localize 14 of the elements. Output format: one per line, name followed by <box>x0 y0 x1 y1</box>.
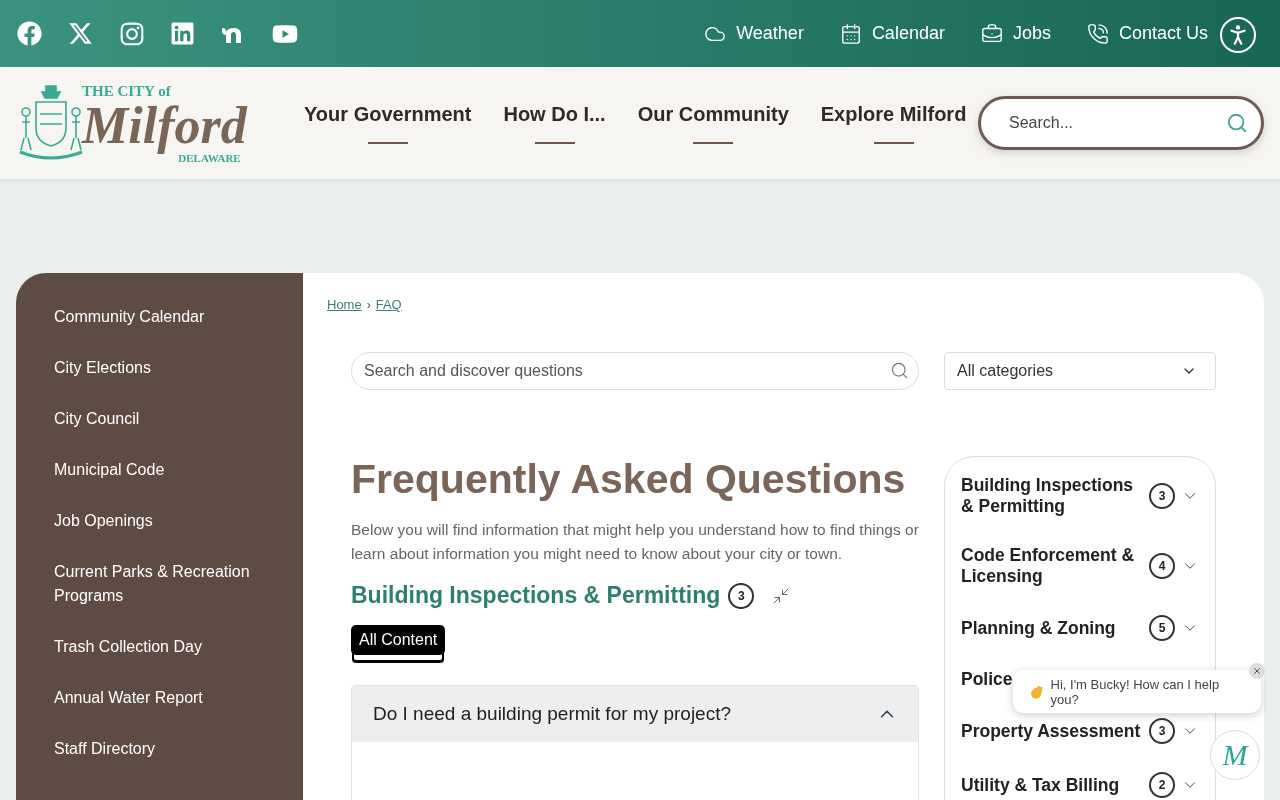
category-count: 5 <box>1149 615 1175 641</box>
category-count: 3 <box>1149 483 1175 509</box>
category-count: 2 <box>1149 772 1175 798</box>
chat-message: Hi, I'm Bucky! How can I help you? <box>1050 676 1221 707</box>
category-count: 3 <box>1149 718 1175 744</box>
logo-name: Milford <box>82 99 247 152</box>
page-title: Frequently Asked Questions <box>351 455 907 504</box>
logo-state: DELAWARE <box>178 151 241 164</box>
breadcrumb-separator: › <box>366 297 371 312</box>
question-count: 3 <box>728 582 755 609</box>
intro-text: Below you will find information that might help you understand how to find things or learn about information you might need to know about your city or town. <box>351 520 919 564</box>
category-count: 4 <box>1149 553 1175 579</box>
logo-tagline: THE CITY of <box>82 82 172 100</box>
section-title: Building Inspections & Permitting <box>351 582 721 609</box>
